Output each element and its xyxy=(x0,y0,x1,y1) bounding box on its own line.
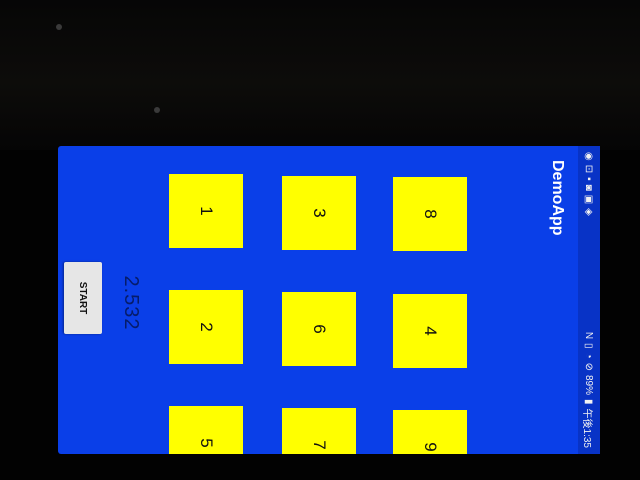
tile-label: 8 xyxy=(421,209,440,219)
tile-button[interactable]: 7 xyxy=(282,408,356,454)
tile-button[interactable]: 3 xyxy=(282,176,356,250)
tile-button[interactable]: 9 xyxy=(393,410,467,454)
tile-button[interactable]: 2 xyxy=(169,290,243,364)
phone-screen: ◉ ⊡ ▪ ◙ ▣ ◈ N ▯ ◔ ⊘ 89% ▮ 午後1:35 DemoApp… xyxy=(58,146,600,454)
timer-display: 2.532 xyxy=(120,275,142,331)
tile-label: 9 xyxy=(421,442,440,452)
tile-label: 1 xyxy=(197,206,216,216)
tile-button[interactable]: 5 xyxy=(169,406,243,454)
tile-label: 2 xyxy=(197,322,216,332)
tile-label: 7 xyxy=(310,440,329,450)
start-button[interactable]: START xyxy=(64,262,102,334)
background-dark xyxy=(0,0,640,150)
tile-label: 6 xyxy=(310,324,329,334)
tile-button[interactable]: 4 xyxy=(393,294,467,368)
tile-button[interactable]: 1 xyxy=(169,174,243,248)
background-dot xyxy=(56,24,62,30)
tile-label: 5 xyxy=(197,438,216,448)
tile-button[interactable]: 8 xyxy=(393,177,467,251)
tile-label: 3 xyxy=(310,208,329,218)
background-dot xyxy=(154,107,160,113)
tile-button[interactable]: 6 xyxy=(282,292,356,366)
tile-label: 4 xyxy=(421,326,440,336)
app-screen-rotated: ◉ ⊡ ▪ ◙ ▣ ◈ N ▯ ◔ ⊘ 89% ▮ 午後1:35 DemoApp… xyxy=(58,146,600,454)
